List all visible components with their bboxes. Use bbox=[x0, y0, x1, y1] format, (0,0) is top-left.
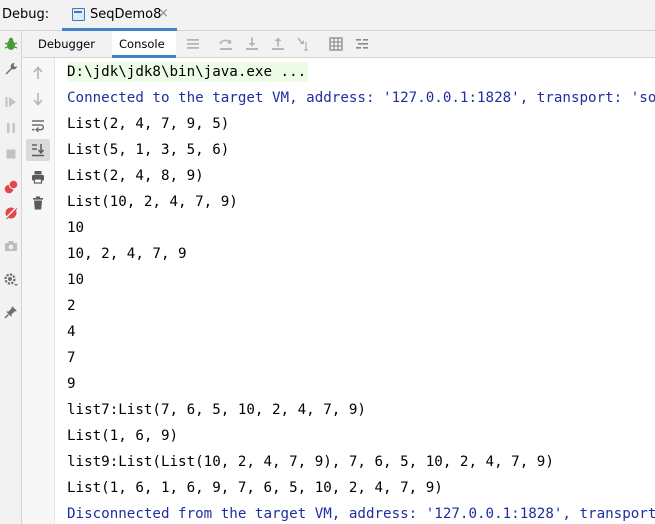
print-icon[interactable] bbox=[30, 169, 46, 185]
step-out-icon[interactable] bbox=[270, 36, 286, 52]
scroll-down-icon[interactable] bbox=[30, 91, 46, 107]
console-side-toolbar bbox=[22, 58, 55, 524]
step-over-icon[interactable] bbox=[218, 36, 234, 52]
console-command-line: D:\jdk\jdk8\bin\java.exe ... bbox=[67, 62, 309, 82]
tab-seqdemo8[interactable]: SeqDemo8 × bbox=[62, 0, 177, 31]
step-into-icon[interactable] bbox=[244, 36, 260, 52]
debug-tool-window-header: Debug: SeqDemo8 × bbox=[0, 0, 655, 31]
console-output-line: 10, 2, 4, 7, 9 bbox=[67, 246, 187, 262]
console-output-line: 9 bbox=[67, 376, 76, 392]
console-output-line: List(10, 2, 4, 7, 9) bbox=[67, 194, 238, 210]
console-output-line: 10 bbox=[67, 220, 85, 236]
resume-icon[interactable] bbox=[3, 94, 19, 110]
trace-icon[interactable] bbox=[354, 36, 370, 52]
tab-debugger[interactable]: Debugger bbox=[38, 31, 100, 58]
run-config-icon bbox=[72, 8, 85, 21]
pause-icon[interactable] bbox=[3, 120, 19, 136]
evaluate-expression-icon[interactable] bbox=[328, 36, 344, 52]
console-info-line: Connected to the target VM, address: '12… bbox=[67, 90, 655, 106]
bug-icon[interactable] bbox=[3, 36, 19, 52]
console-output-line: 2 bbox=[67, 298, 76, 314]
console-info-line: Disconnected from the target VM, address… bbox=[67, 506, 655, 522]
debug-label: Debug: bbox=[2, 7, 50, 22]
mute-breakpoints-icon[interactable] bbox=[3, 205, 19, 221]
layout-icon[interactable] bbox=[185, 36, 201, 52]
console-output-line: list7:List(7, 6, 5, 10, 2, 4, 7, 9) bbox=[67, 402, 366, 418]
clear-all-icon[interactable] bbox=[30, 195, 46, 211]
close-tab-icon[interactable]: × bbox=[158, 6, 169, 21]
console-output-line: 4 bbox=[67, 324, 76, 340]
console-output-line: List(1, 6, 1, 6, 9, 7, 6, 5, 10, 2, 4, 7… bbox=[67, 480, 443, 496]
soft-wrap-icon[interactable] bbox=[30, 117, 46, 133]
scroll-to-end-toggle[interactable] bbox=[26, 139, 50, 161]
console-output-line: List(2, 4, 8, 9) bbox=[67, 168, 204, 184]
run-to-cursor-icon[interactable] bbox=[296, 36, 312, 52]
stop-icon[interactable] bbox=[3, 146, 19, 162]
view-breakpoints-icon[interactable] bbox=[3, 179, 19, 195]
wrench-icon[interactable] bbox=[3, 61, 19, 77]
console-output-line: 10 bbox=[67, 272, 85, 288]
scroll-up-icon[interactable] bbox=[30, 65, 46, 81]
pin-icon[interactable] bbox=[3, 304, 19, 320]
tab-label: SeqDemo8 bbox=[90, 7, 162, 22]
console-output-line: List(1, 6, 9) bbox=[67, 428, 179, 444]
console-output-line: List(2, 4, 7, 9, 5) bbox=[67, 116, 230, 132]
settings-icon[interactable] bbox=[3, 272, 19, 288]
camera-icon[interactable] bbox=[3, 238, 19, 254]
scroll-to-end-icon bbox=[32, 144, 45, 157]
debug-tabs-toolbar: Debugger Console bbox=[22, 31, 655, 58]
debug-left-toolbar bbox=[0, 31, 22, 524]
console-output-line: 7 bbox=[67, 350, 76, 366]
tab-console[interactable]: Console bbox=[112, 31, 176, 58]
console-output[interactable]: D:\jdk\jdk8\bin\java.exe ... Connected to… bbox=[55, 58, 655, 524]
console-output-line: List(5, 1, 3, 5, 6) bbox=[67, 142, 230, 158]
console-output-line: list9:List(List(10, 2, 4, 7, 9), 7, 6, 5… bbox=[67, 454, 554, 470]
